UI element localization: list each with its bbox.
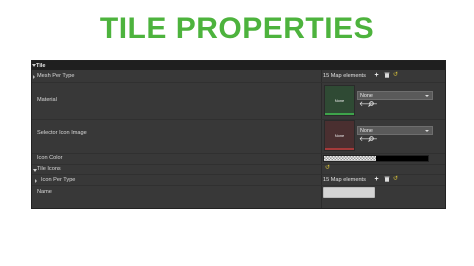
color-fill	[376, 156, 428, 161]
material-dropdown[interactable]: None	[357, 91, 433, 100]
selector-icon-thumbnail[interactable]: None	[325, 121, 354, 150]
name-label: Name	[37, 189, 52, 195]
magnifier-icon[interactable]	[368, 101, 374, 109]
icon-color-label: Icon Color	[37, 155, 63, 161]
row-separator	[32, 82, 445, 83]
material-thumbnail[interactable]: None	[325, 86, 354, 115]
icon-per-type-count: 15 Map elements	[323, 177, 366, 183]
selector-icon-dropdown[interactable]: None	[357, 126, 433, 135]
details-panel: Tile Mesh Per Type 15 Map elements + ↺ M…	[31, 60, 446, 209]
row-separator	[32, 153, 445, 154]
reset-arrow-icon[interactable]: ↺	[324, 165, 331, 172]
reset-arrow-icon[interactable]: ↺	[392, 176, 399, 183]
icon-per-type-label: Icon Per Type	[41, 177, 76, 183]
expand-arrow-icon[interactable]	[35, 179, 37, 183]
mesh-per-type-label: Mesh Per Type	[37, 73, 75, 79]
add-element-icon[interactable]: +	[373, 72, 380, 79]
page-title: TILE PROPERTIES	[99, 12, 375, 45]
tile-icons-label: Tile Icons	[37, 166, 61, 172]
alpha-checker	[324, 156, 376, 161]
mesh-per-type-count: 15 Map elements	[323, 73, 366, 79]
chevron-down-icon	[425, 129, 429, 132]
trash-icon[interactable]	[383, 72, 390, 79]
material-label: Material	[37, 97, 57, 103]
tile-category-header[interactable]: Tile	[32, 61, 445, 70]
row-separator	[32, 174, 445, 175]
row-separator	[32, 119, 445, 120]
row-separator	[32, 164, 445, 165]
reset-arrow-icon[interactable]: ↺	[392, 72, 399, 79]
icon-color-swatch[interactable]	[323, 155, 429, 162]
magnifier-icon[interactable]	[368, 136, 374, 144]
name-input[interactable]	[323, 187, 375, 198]
material-dropdown-value: None	[360, 92, 373, 99]
row-separator	[32, 185, 445, 186]
selector-icon-dropdown-value: None	[360, 127, 373, 134]
add-element-icon[interactable]: +	[373, 176, 380, 183]
chevron-down-icon	[425, 94, 429, 97]
column-divider[interactable]	[321, 70, 322, 208]
selector-icon-image-label: Selector Icon Image	[37, 130, 87, 136]
category-label: Tile	[36, 62, 46, 69]
trash-icon[interactable]	[383, 176, 390, 183]
expand-arrow-icon[interactable]	[33, 75, 35, 79]
